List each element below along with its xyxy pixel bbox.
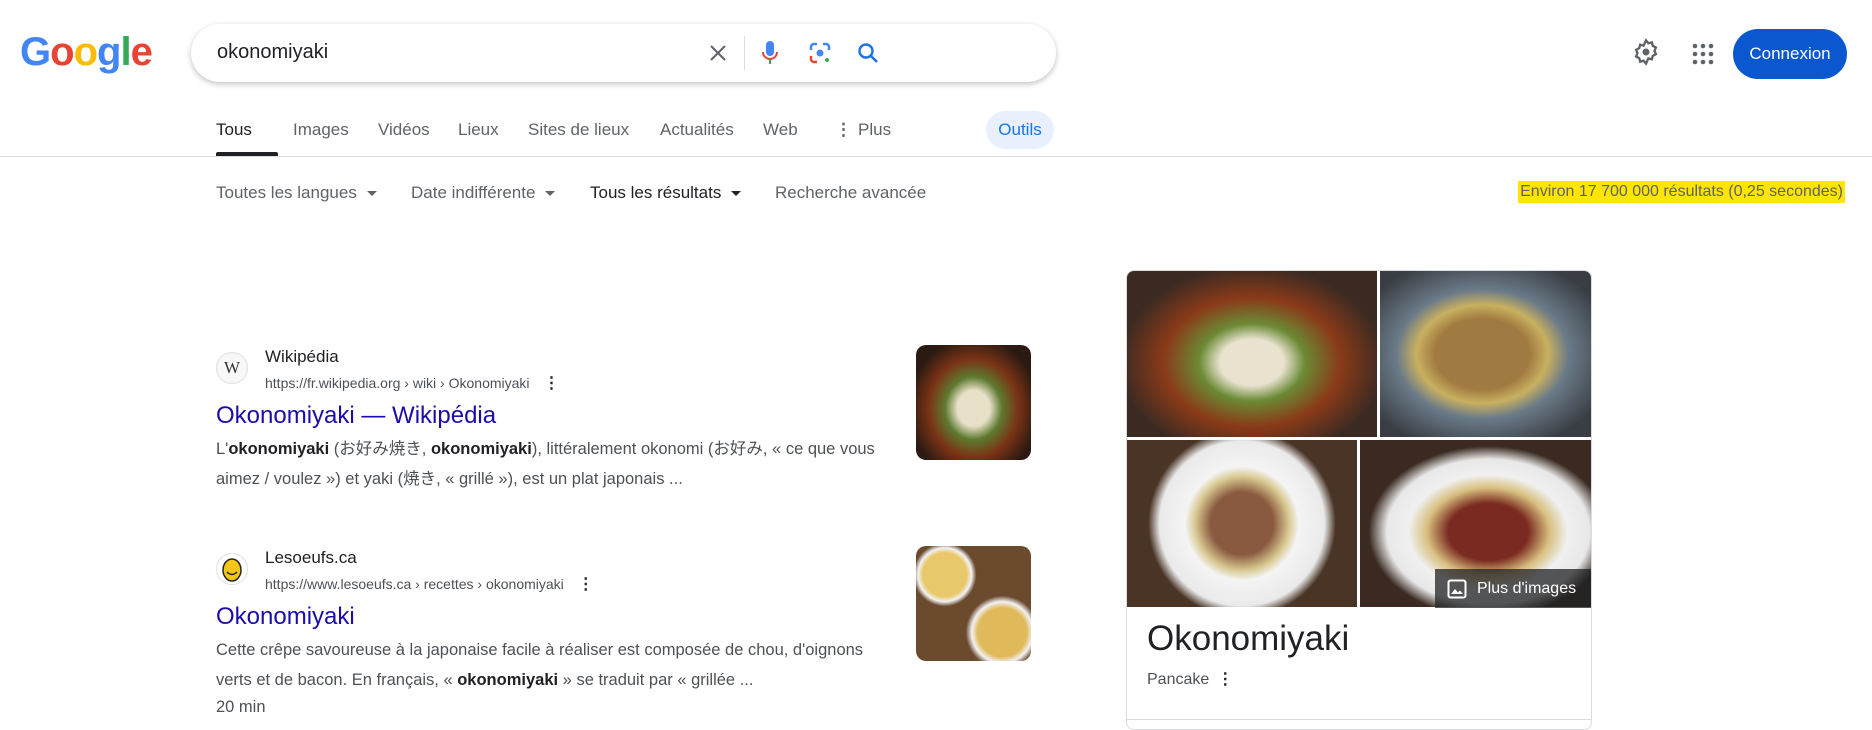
- divider: [744, 36, 745, 70]
- tools-button[interactable]: Outils: [986, 111, 1054, 149]
- tab-actualites[interactable]: Actualités: [660, 120, 734, 140]
- tab-images[interactable]: Images: [293, 120, 349, 140]
- more-images-button[interactable]: Plus d'images: [1435, 569, 1591, 608]
- panel-image[interactable]: [1127, 440, 1357, 607]
- microphone-icon[interactable]: [755, 38, 785, 68]
- lesoeufs-favicon: [216, 553, 248, 585]
- more-vert-icon: ⋮: [835, 120, 852, 139]
- result-url-text: https://fr.wikipedia.org › wiki › Okonom…: [265, 375, 530, 391]
- result-thumbnail[interactable]: [916, 345, 1031, 460]
- panel-title: Okonomiyaki: [1147, 619, 1350, 658]
- result-snippet: L'okonomiyaki (お好み焼き, okonomiyaki), litt…: [216, 434, 896, 494]
- result-site-name[interactable]: Wikipédia: [265, 347, 339, 367]
- clear-icon[interactable]: [703, 38, 733, 68]
- filter-language-label: Toutes les langues: [216, 183, 357, 202]
- snippet-text: » se traduit par « grillée ...: [558, 671, 754, 689]
- google-lens-icon[interactable]: [805, 38, 835, 68]
- result-thumbnail[interactable]: [916, 546, 1031, 661]
- result-snippet: Cette crêpe savoureuse à la japonaise fa…: [216, 635, 896, 695]
- search-icon[interactable]: [853, 38, 883, 68]
- result-url[interactable]: https://www.lesoeufs.ca › recettes › oko…: [265, 574, 594, 594]
- result-url-text: https://www.lesoeufs.ca › recettes › oko…: [265, 576, 564, 592]
- more-options-icon[interactable]: ⋮: [578, 574, 594, 594]
- google-logo[interactable]: Google: [20, 30, 153, 75]
- snippet-text: L': [216, 440, 229, 458]
- snippet-bold: okonomiyaki: [228, 440, 330, 458]
- more-options-icon[interactable]: ⋮: [1217, 669, 1233, 689]
- result-title-link[interactable]: Okonomiyaki: [216, 603, 355, 631]
- more-options-icon[interactable]: ⋮: [544, 373, 560, 393]
- result-stats: Environ 17 700 000 résultats (0,25 secon…: [1518, 181, 1845, 203]
- tab-plus-label: Plus: [858, 120, 892, 139]
- panel-subtitle-text: Pancake: [1147, 671, 1210, 688]
- tab-sites-de-lieux[interactable]: Sites de lieux: [528, 120, 629, 140]
- result-title-link[interactable]: Okonomiyaki — Wikipédia: [216, 402, 496, 430]
- divider: [1127, 719, 1591, 720]
- caret-down-icon: [731, 191, 742, 197]
- filter-results-label: Tous les résultats: [590, 183, 722, 202]
- snippet-bold: okonomiyaki: [457, 671, 559, 689]
- snippet-bold: okonomiyaki: [430, 440, 532, 458]
- tab-tous[interactable]: Tous: [216, 120, 252, 140]
- filter-date-label: Date indifférente: [411, 183, 536, 202]
- filter-language[interactable]: Toutes les langues: [216, 183, 377, 203]
- result-meta: 20 min: [216, 698, 266, 716]
- panel-image[interactable]: [1127, 271, 1377, 437]
- more-images-label: Plus d'images: [1477, 579, 1577, 597]
- result-url[interactable]: https://fr.wikipedia.org › wiki › Okonom…: [265, 373, 560, 393]
- panel-image[interactable]: [1380, 271, 1591, 437]
- apps-grid-icon[interactable]: [1692, 43, 1714, 70]
- tab-videos[interactable]: Vidéos: [378, 120, 430, 140]
- panel-subtitle: Pancake ⋮: [1147, 669, 1233, 689]
- image-icon: [1447, 579, 1467, 598]
- advanced-search-link[interactable]: Recherche avancée: [775, 183, 926, 203]
- search-box: [191, 24, 1056, 82]
- divider: [0, 156, 1872, 157]
- filter-date[interactable]: Date indifférente: [411, 183, 556, 203]
- caret-down-icon: [366, 191, 377, 197]
- snippet-text: (お好み焼き,: [329, 440, 431, 458]
- sign-in-button[interactable]: Connexion: [1733, 29, 1847, 79]
- settings-gear-icon[interactable]: [1632, 38, 1660, 71]
- result-site-name[interactable]: Lesoeufs.ca: [265, 548, 357, 568]
- filter-results[interactable]: Tous les résultats: [590, 183, 742, 203]
- caret-down-icon: [545, 191, 556, 197]
- tab-web[interactable]: Web: [763, 120, 798, 140]
- wikipedia-favicon: W: [216, 352, 248, 384]
- knowledge-panel: Plus d'images Okonomiyaki Pancake ⋮: [1126, 270, 1592, 730]
- tab-lieux[interactable]: Lieux: [458, 120, 499, 140]
- tab-plus[interactable]: ⋮ Plus: [835, 120, 891, 140]
